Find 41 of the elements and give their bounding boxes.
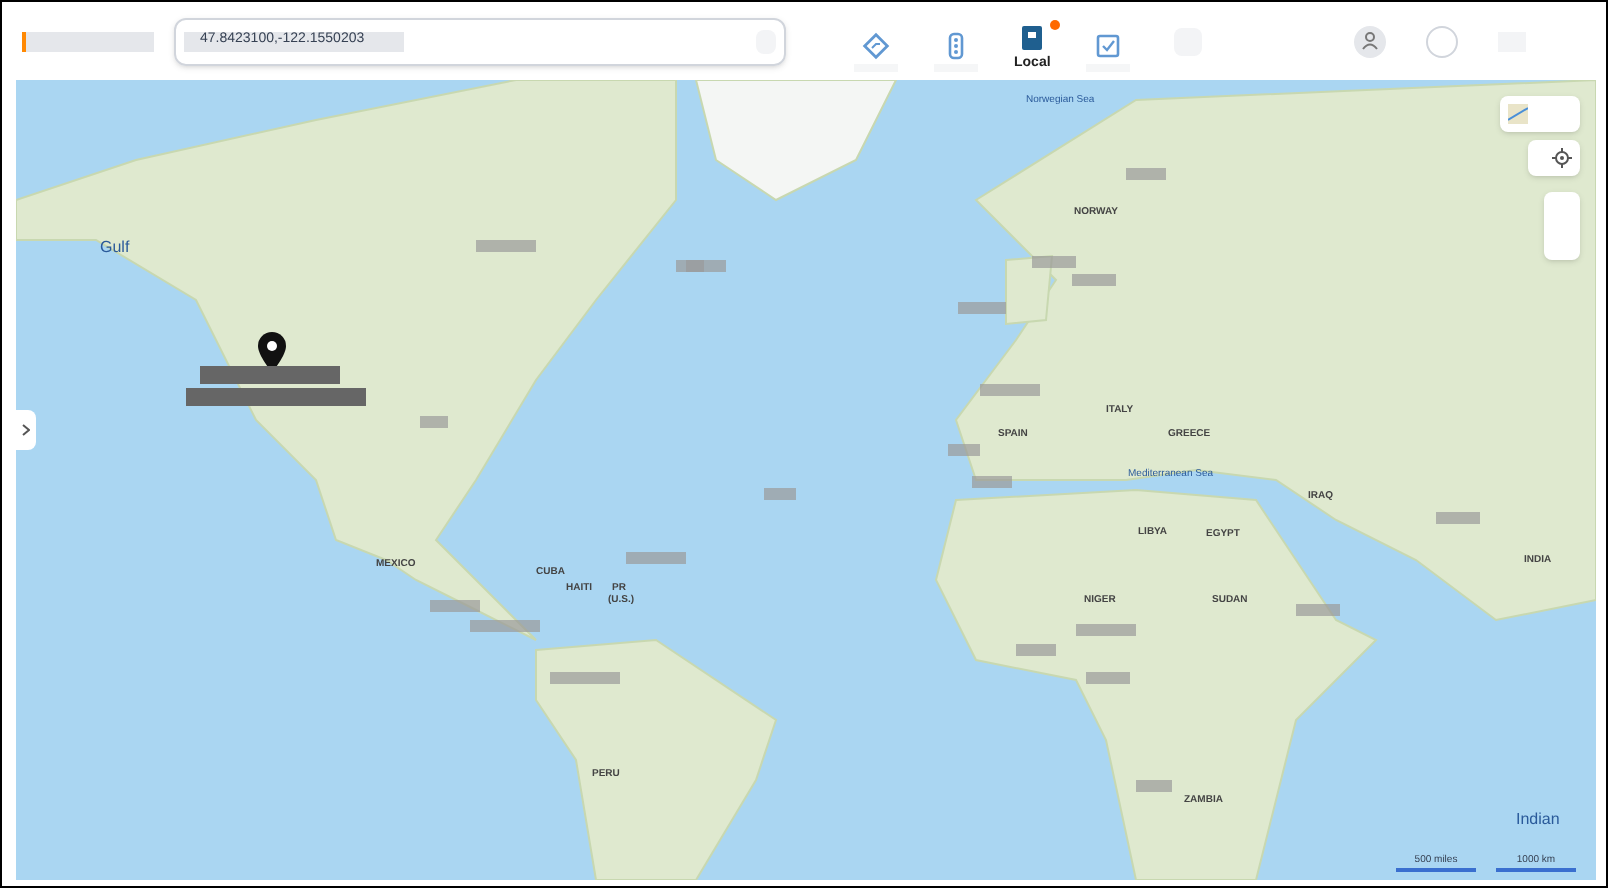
checkbox-icon <box>1094 31 1123 59</box>
redaction-block <box>1126 168 1166 180</box>
profile-button[interactable] <box>1354 25 1386 57</box>
redaction-block <box>476 240 536 252</box>
crosshair-icon <box>1552 148 1572 168</box>
person-icon <box>1362 32 1378 50</box>
redaction-block <box>1086 672 1130 684</box>
redaction-block <box>1072 274 1116 286</box>
locate-button[interactable] <box>1528 140 1580 176</box>
scale-bar <box>1496 868 1576 872</box>
round-button[interactable] <box>1426 25 1458 57</box>
redaction-block <box>958 302 1006 314</box>
redaction-block <box>1436 512 1480 524</box>
logo[interactable] <box>22 31 154 51</box>
redaction-block <box>550 672 620 684</box>
sea-label: Gulf <box>100 240 130 256</box>
toolbar-button[interactable] <box>930 31 982 71</box>
redaction-block <box>972 476 1012 488</box>
redaction-block <box>430 600 480 612</box>
redaction-block <box>626 552 686 564</box>
chevron-icon <box>22 424 30 436</box>
redaction-block <box>1076 624 1136 636</box>
redaction-block <box>1136 780 1172 792</box>
redaction-block <box>764 488 796 500</box>
sea-label: Indian <box>1516 812 1560 828</box>
redaction-block <box>980 384 1040 396</box>
redaction-block <box>948 444 980 456</box>
redaction-block <box>470 620 540 632</box>
toolbar-button[interactable] <box>1082 31 1135 71</box>
expand-tab[interactable] <box>16 410 36 450</box>
redaction-block <box>1016 644 1056 656</box>
redaction-block <box>1296 604 1340 616</box>
redaction-block <box>1032 256 1076 268</box>
redaction-block <box>420 416 448 428</box>
diamond-arrow-icon <box>862 31 890 59</box>
toolbar-button[interactable] <box>850 31 902 71</box>
scale-bar <box>1396 868 1476 872</box>
book-icon <box>1018 23 1047 51</box>
location-callout <box>200 366 340 384</box>
zoom-controls[interactable] <box>1544 192 1580 260</box>
map-thumbnail-icon <box>1508 104 1528 124</box>
